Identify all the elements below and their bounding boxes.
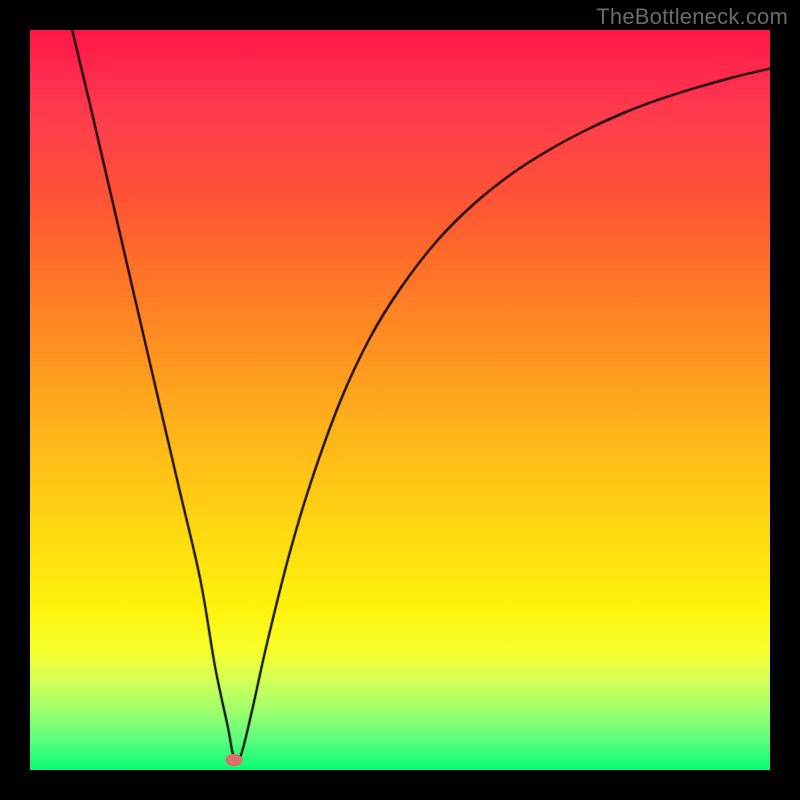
chart-frame: TheBottleneck.com bbox=[0, 0, 800, 800]
nadir-marker bbox=[226, 754, 243, 766]
watermark-text: TheBottleneck.com bbox=[596, 4, 788, 30]
bottleneck-curve bbox=[30, 30, 770, 770]
plot-area bbox=[30, 30, 770, 770]
